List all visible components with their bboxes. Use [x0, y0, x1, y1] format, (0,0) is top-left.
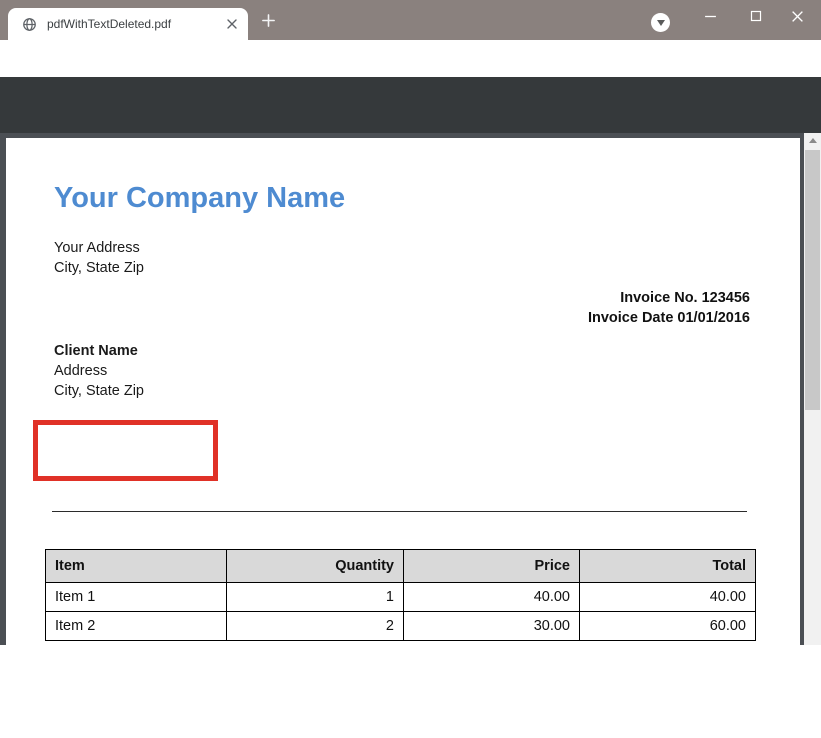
client-address-block: Client Name Address City, State Zip [54, 341, 144, 401]
scrollbar-up-arrow[interactable] [804, 133, 821, 148]
client-address-line: Address [54, 361, 144, 381]
invoice-items-table: Item Quantity Price Total Item 1 1 40.00… [45, 549, 756, 641]
horizontal-divider [52, 511, 747, 512]
cell-item: Item 2 [46, 612, 227, 641]
deleted-text-highlight-box [33, 420, 218, 481]
cell-item: Item 1 [46, 583, 227, 612]
vertical-scrollbar[interactable] [804, 133, 821, 645]
table-header-row: Item Quantity Price Total [46, 550, 756, 583]
scrollbar-thumb[interactable] [805, 150, 820, 410]
cell-price: 30.00 [404, 612, 580, 641]
company-address-line: Your Address [54, 238, 144, 258]
cell-quantity: 1 [227, 583, 404, 612]
pdf-viewer-area: Your Company Name Your Address City, Sta… [0, 133, 821, 645]
cell-total: 60.00 [580, 612, 756, 641]
browser-tab[interactable]: pdfWithTextDeleted.pdf [8, 8, 248, 40]
invoice-meta-block: Invoice No. 123456 Invoice Date 01/01/20… [588, 288, 750, 328]
tab-strip: pdfWithTextDeleted.pdf [0, 0, 821, 40]
company-name: Your Company Name [54, 182, 345, 215]
browser-navbar: pdf-temp-files.s3.amazonaws.com/418f1ce1… [0, 40, 821, 77]
column-header-item: Item [46, 550, 227, 583]
window-maximize-button[interactable] [741, 6, 771, 26]
invoice-date: Invoice Date 01/01/2016 [588, 308, 750, 328]
table-row: Item 1 1 40.00 40.00 [46, 583, 756, 612]
column-header-price: Price [404, 550, 580, 583]
tab-search-button[interactable] [651, 13, 670, 32]
new-tab-button[interactable] [260, 12, 277, 29]
invoice-number: Invoice No. 123456 [588, 288, 750, 308]
column-header-total: Total [580, 550, 756, 583]
client-address-line: City, State Zip [54, 381, 144, 401]
table-row: Item 2 2 30.00 60.00 [46, 612, 756, 641]
column-header-quantity: Quantity [227, 550, 404, 583]
cell-price: 40.00 [404, 583, 580, 612]
company-address-block: Your Address City, State Zip [54, 238, 144, 278]
window-close-button[interactable] [782, 6, 812, 26]
company-address-line: City, State Zip [54, 258, 144, 278]
client-name: Client Name [54, 341, 144, 361]
tab-close-icon[interactable] [224, 16, 240, 32]
pdf-toolbar: pdfWithTextDeleted.pdf 1 / 1 100% [0, 77, 821, 133]
page-favicon-globe-icon [22, 17, 37, 32]
cell-quantity: 2 [227, 612, 404, 641]
cell-total: 40.00 [580, 583, 756, 612]
window-minimize-button[interactable] [695, 6, 725, 26]
pdf-page: Your Company Name Your Address City, Sta… [6, 138, 800, 738]
caret-down-icon [657, 20, 665, 26]
tab-title: pdfWithTextDeleted.pdf [47, 17, 224, 31]
